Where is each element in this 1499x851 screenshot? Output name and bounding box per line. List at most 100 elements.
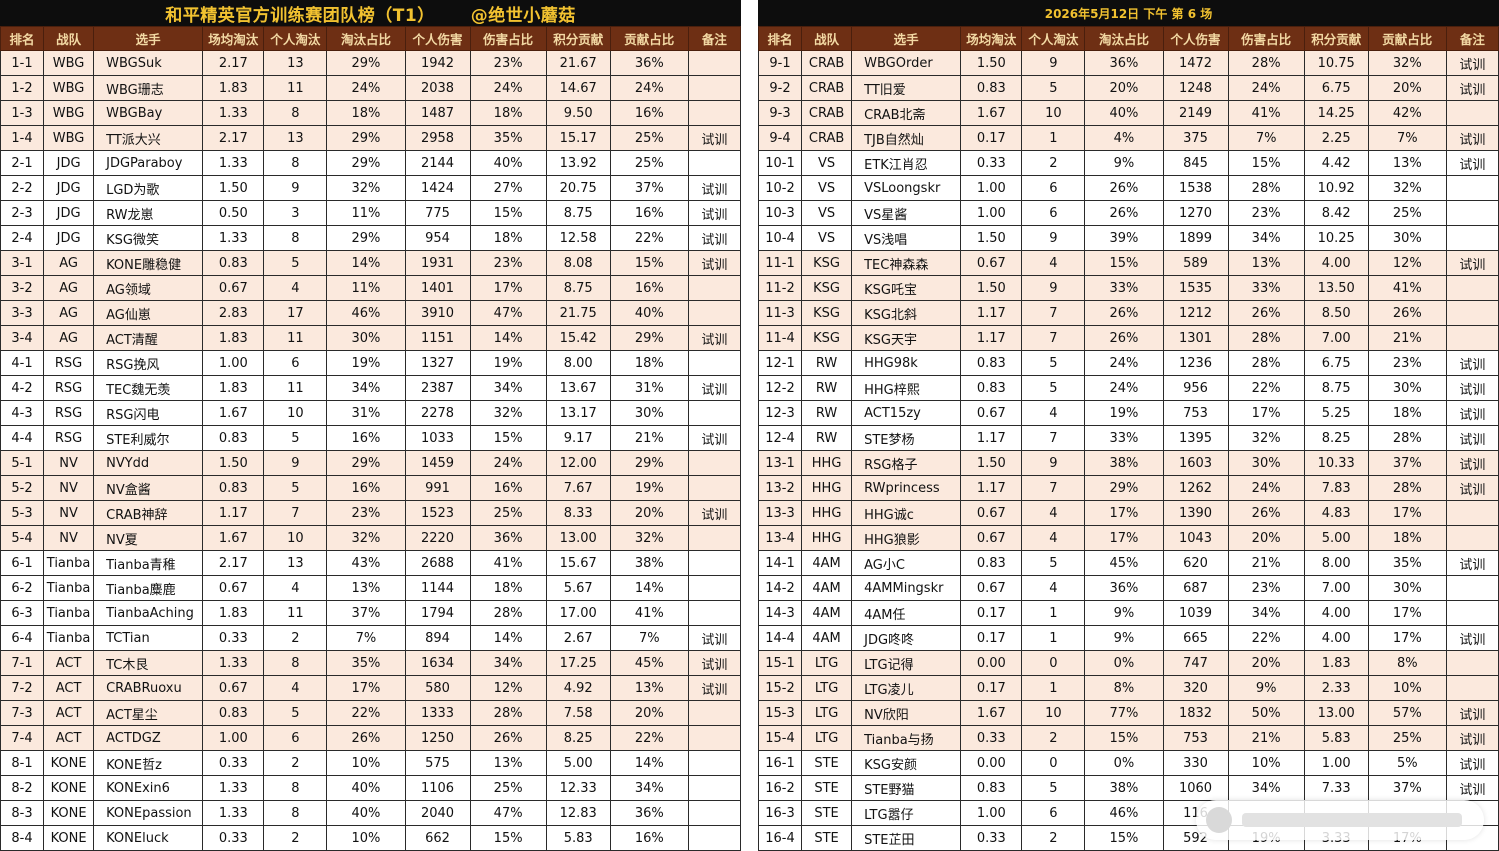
cell-points-share: 14% [609,575,689,601]
cell-elims: 10 [1021,100,1086,126]
cell-team: RW [801,400,853,426]
cell-elim-share: 38% [1084,450,1164,476]
cell-note [687,775,742,801]
cell-damage: 580 [404,675,471,701]
cell-team: HHG [801,475,853,501]
cell-elims: 2 [1021,825,1086,851]
cell-rank: 15-3 [757,700,803,726]
cell-damage: 775 [404,200,471,226]
cell-damage-share: 24% [469,450,547,476]
cell-player: ETK江肖忍 [851,150,962,176]
cell-elims: 11 [263,375,328,401]
cell-avg-elims: 1.17 [960,325,1023,351]
cell-avg-elims: 0.50 [202,200,265,226]
cell-damage-share: 32% [1227,425,1305,451]
cell-points-share: 32% [1367,175,1447,201]
cell-team: CRAB [801,125,853,151]
cell-elims: 13 [263,125,328,151]
cell-elim-share: 9% [1084,150,1164,176]
cell-damage-share: 27% [469,175,547,201]
cell-points: 14.67 [545,75,611,101]
cell-avg-elims: 1.17 [960,475,1023,501]
cell-damage-share: 18% [469,225,547,251]
cell-player: NV欣阳 [851,700,962,726]
cell-avg-elims: 0.67 [960,250,1023,276]
cell-rank: 4-4 [0,425,45,451]
cell-damage: 1262 [1162,475,1229,501]
cell-damage: 575 [404,750,471,776]
cell-points: 10.75 [1303,50,1369,76]
cell-team: LTG [801,725,853,751]
cell-team: KONE [43,800,95,826]
cell-note: 试训 [1445,250,1499,276]
cell-avg-elims: 1.50 [202,175,265,201]
table-row: 1-4 WBG TT派大兴 2.17 13 29% 2958 35% 15.17 25% 试训 [0,125,742,151]
cell-elim-share: 29% [326,225,406,251]
cell-team: JDG [43,225,95,251]
table-row: 16-2 STE STE野猫 0.83 5 38% 1060 34% 7.33 37% 试训 [757,775,1499,801]
cell-elim-share: 24% [1084,350,1164,376]
cell-damage: 1794 [404,600,471,626]
cell-points-share: 30% [1367,575,1447,601]
cell-team: Tianba [43,575,95,601]
cell-player: LTG嚣仔 [851,800,962,826]
cell-avg-elims: 1.50 [202,450,265,476]
cell-elims: 4 [263,275,328,301]
cell-rank: 5-2 [0,475,45,501]
cell-points-share: 22% [609,725,689,751]
cell-team: AG [43,250,95,276]
cell-elim-share: 7% [326,625,406,651]
cell-damage-share: 14% [469,625,547,651]
cell-points-share: 5% [1367,750,1447,776]
cell-rank: 9-4 [757,125,803,151]
cell-damage-share: 47% [469,300,547,326]
cell-elims: 5 [263,250,328,276]
cell-team: ACT [43,675,95,701]
cell-elims: 2 [1021,725,1086,751]
cell-rank: 7-1 [0,650,45,676]
cell-rank: 3-1 [0,250,45,276]
cell-player: RW龙崽 [93,200,204,226]
cell-rank: 3-4 [0,325,45,351]
cell-player: KONEpassion [93,800,204,826]
cell-player: NV夏 [93,525,204,551]
cell-elims: 9 [263,175,328,201]
cell-damage-share: 25% [469,775,547,801]
table-row: 12-2 RW HHG梓熙 0.83 5 24% 956 22% 8.75 30% 试训 [757,375,1499,401]
watermark-overlay [1196,800,1484,840]
cell-team: AG [43,275,95,301]
cell-elim-share: 17% [1084,500,1164,526]
cell-rank: 8-2 [0,775,45,801]
cell-rank: 15-1 [757,650,803,676]
cell-rank: 13-2 [757,475,803,501]
cell-elim-share: 26% [1084,300,1164,326]
cell-damage-share: 34% [1227,225,1305,251]
cell-elims: 5 [263,425,328,451]
cell-damage: 1487 [404,100,471,126]
cell-rank: 13-3 [757,500,803,526]
cell-damage: 1106 [404,775,471,801]
cell-rank: 4-2 [0,375,45,401]
cell-points-share: 37% [1367,775,1447,801]
cell-elim-share: 16% [326,425,406,451]
cell-points-share: 32% [609,525,689,551]
cell-points: 1.00 [1303,750,1369,776]
cell-avg-elims: 1.83 [202,375,265,401]
watermark-text-bar [1242,813,1462,827]
cell-elims: 5 [1021,75,1086,101]
cell-points-share: 16% [609,275,689,301]
table-row: 5-1 NV NVYdd 1.50 9 29% 1459 24% 12.00 29% [0,450,742,476]
cell-team: HHG [801,525,853,551]
cell-points-share: 34% [609,775,689,801]
cell-damage-share: 34% [469,650,547,676]
cell-avg-elims: 0.67 [202,575,265,601]
cell-damage: 845 [1162,150,1229,176]
table-row: 12-1 RW HHG98k 0.83 5 24% 1236 28% 6.75 23% 试训 [757,350,1499,376]
cell-elim-share: 15% [1084,250,1164,276]
cell-points-share: 30% [1367,225,1447,251]
cell-rank: 8-3 [0,800,45,826]
cell-damage-share: 34% [469,375,547,401]
cell-damage-share: 19% [469,350,547,376]
cell-points: 5.00 [545,750,611,776]
cell-elim-share: 11% [326,275,406,301]
